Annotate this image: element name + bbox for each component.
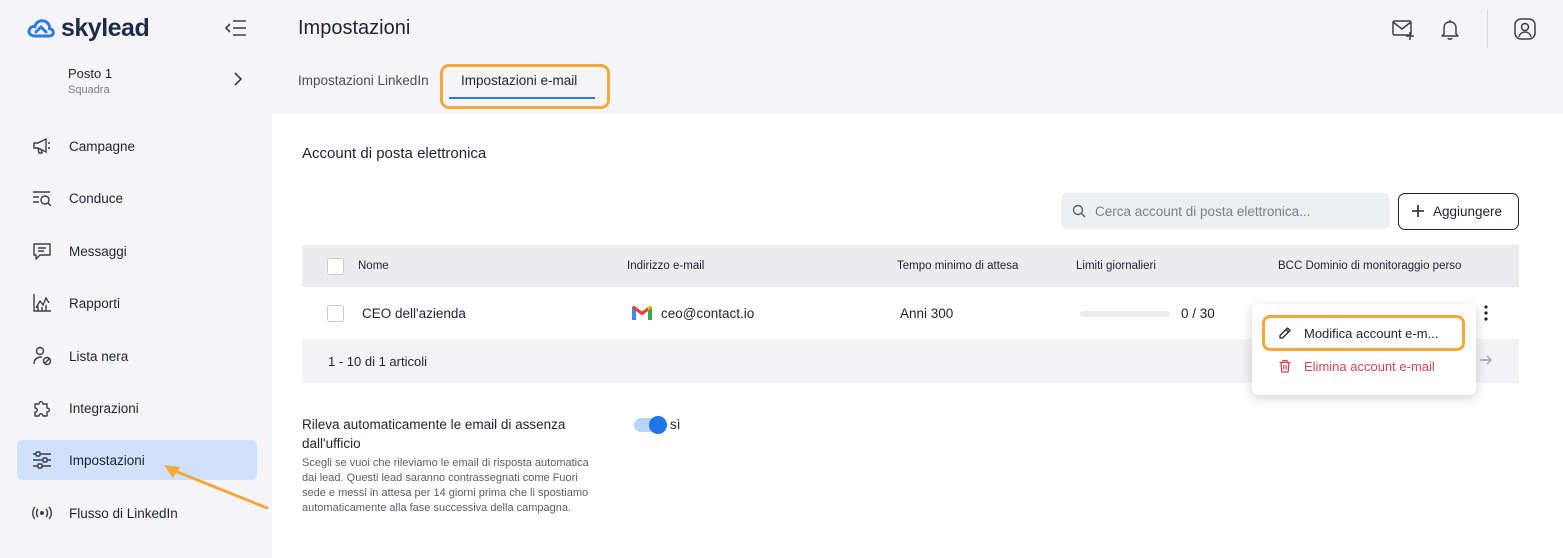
mail-plus-icon[interactable] [1391,17,1415,41]
gmail-icon [632,305,652,320]
row-wait-time: Anni 300 [900,306,954,321]
menu-item-delete-account[interactable]: Elimina account e-mail [1252,351,1476,381]
sidebar-item-label: Conduce [69,190,124,206]
select-all-checkbox[interactable] [327,258,344,275]
tab-linkedin-settings[interactable]: Impostazioni LinkedIn [298,73,429,88]
team-subtitle: Squadra [68,84,110,96]
team-name: Posto 1 [68,66,113,81]
sidebar-item-rapporti[interactable]: Rapporti [17,283,257,323]
sidebar-item-lista-nera[interactable]: Lista nera [17,336,257,376]
bell-icon[interactable] [1438,17,1462,41]
tab-highlight-annotation [440,64,610,109]
sidebar-item-campagne[interactable]: Campagne [17,126,257,166]
sidebar-item-label: Rapporti [69,295,121,311]
plus-icon [1412,205,1424,217]
column-header-bcc[interactable]: BCC Dominio di monitoraggio perso [1278,260,1467,272]
sidebar-item-conduce[interactable]: Conduce [17,178,257,218]
column-header-name[interactable]: Nome [358,260,389,272]
sidebar-item-label: Impostazioni [69,452,145,468]
ooo-setting-title: Rileva automaticamente le email di assen… [302,417,566,451]
collapse-sidebar-icon[interactable] [224,17,248,39]
header: Impostazioni Impostazioni LinkedIn Impos… [272,0,1563,114]
search-input[interactable] [1095,193,1385,229]
row-name: CEO dell'azienda [362,306,466,321]
row-checkbox[interactable] [327,305,344,322]
row-actions-menu: Modifica account e-m... Elimina account … [1252,304,1476,395]
sidebar-item-label: Lista nera [69,348,129,364]
add-account-button[interactable]: Aggiungere [1398,193,1519,230]
message-icon [31,240,53,262]
toggle-label: sì [670,417,681,432]
row-daily-limit: 0 / 30 [1181,306,1215,321]
chart-icon [31,292,53,314]
row-email: ceo@contact.io [661,306,755,321]
toggle-knob [649,416,667,434]
sidebar-item-integrazioni[interactable]: Integrazioni [17,388,257,428]
menu-highlight-annotation [1262,315,1465,351]
user-block-icon [31,345,53,367]
leads-search-icon [31,187,53,209]
menu-item-label: Elimina account e-mail [1304,359,1435,374]
arrow-right-icon[interactable] [1479,353,1493,367]
chevron-right-icon[interactable] [232,72,244,86]
add-button-label: Aggiungere [1433,204,1503,219]
ooo-toggle[interactable] [634,416,667,434]
ooo-setting-description: Scegli se vuoi che rileviamo le email di… [302,457,589,514]
sidebar-item-label: Integrazioni [69,400,139,416]
column-header-email[interactable]: Indirizzo e-mail [627,260,704,272]
sidebar-item-messaggi[interactable]: Messaggi [17,231,257,271]
sidebar-item-label: Campagne [69,138,136,154]
sliders-icon [31,449,53,471]
column-header-wait[interactable]: Tempo minimo di attesa [897,260,1018,272]
pagination-info: 1 - 10 di 1 articoli [328,354,427,369]
megaphone-icon [31,135,53,157]
user-profile-icon[interactable] [1513,17,1537,41]
broadcast-icon [31,502,53,524]
sidebar-item-label: Messaggi [69,243,127,259]
section-title: Account di posta elettronica [302,145,487,162]
trash-icon [1279,359,1291,373]
daily-limit-progress [1080,311,1170,317]
page-title: Impostazioni [298,17,411,39]
brand-name: skylead [61,14,150,42]
team-selector[interactable]: Posto 1 Squadra [68,66,112,96]
search-box[interactable] [1061,193,1390,229]
more-options-icon[interactable] [1482,304,1490,322]
header-divider [1487,10,1488,48]
pointer-arrow-annotation [164,465,269,510]
logo[interactable]: skylead [27,14,150,43]
table-header: Nome Indirizzo e-mail Tempo minimo di at… [302,245,1519,287]
puzzle-icon [31,397,53,419]
column-header-limits[interactable]: Limiti giornalieri [1076,260,1156,272]
cloud-logo-icon [27,18,55,37]
search-icon [1072,204,1086,218]
